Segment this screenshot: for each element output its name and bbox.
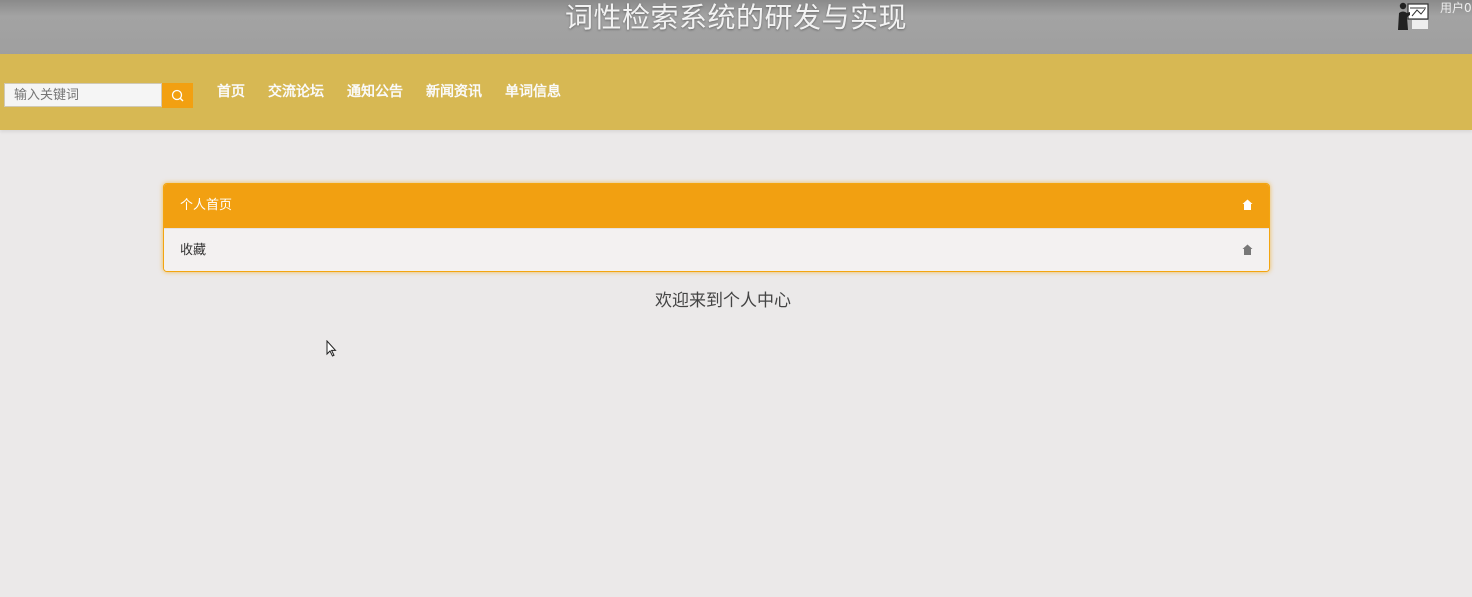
username[interactable]: 用户01 xyxy=(1440,0,1472,16)
nav-item-news[interactable]: 新闻资讯 xyxy=(426,80,482,104)
navbar: 首页 交流论坛 通知公告 新闻资讯 单词信息 xyxy=(0,54,1472,130)
menu-item-personal-home[interactable]: 个人首页 xyxy=(164,184,1269,228)
nav-item-words[interactable]: 单词信息 xyxy=(505,80,561,104)
personal-center-menu: 个人首页 收藏 xyxy=(163,183,1270,272)
user-avatar-icon[interactable] xyxy=(1396,0,1430,30)
nav-item-home[interactable]: 首页 xyxy=(217,80,245,104)
menu-item-favorites[interactable]: 收藏 xyxy=(164,228,1269,271)
nav-item-forum[interactable]: 交流论坛 xyxy=(268,80,324,104)
menu-item-label: 个人首页 xyxy=(180,198,233,213)
search-input[interactable] xyxy=(4,83,162,107)
mouse-cursor-icon xyxy=(326,340,337,357)
search-icon xyxy=(171,89,184,102)
home-icon xyxy=(1242,199,1253,210)
nav-menu: 首页 交流论坛 通知公告 新闻资讯 单词信息 xyxy=(217,80,584,104)
nav-item-notices[interactable]: 通知公告 xyxy=(347,80,403,104)
home-icon xyxy=(1242,244,1253,255)
title-bar: 词性检索系统的研发与实现 用户01 ▾ xyxy=(0,0,1472,54)
search-button[interactable] xyxy=(162,83,193,108)
welcome-message: 欢迎来到个人中心 xyxy=(655,291,791,311)
menu-item-label: 收藏 xyxy=(180,243,207,258)
site-title: 词性检索系统的研发与实现 xyxy=(564,1,907,34)
